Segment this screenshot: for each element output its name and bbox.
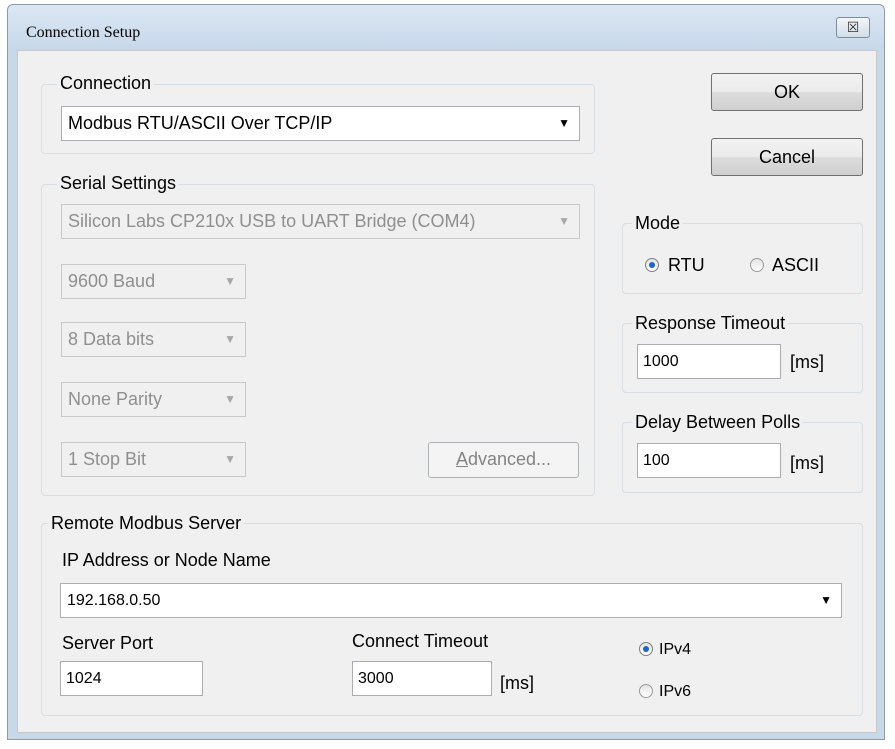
connect-timeout-unit: [ms]	[500, 673, 534, 693]
close-button[interactable]: ☒	[836, 17, 870, 38]
cancel-button[interactable]: Cancel	[711, 138, 863, 176]
parity-value: None Parity	[68, 389, 163, 409]
remote-server-legend: Remote Modbus Server	[48, 512, 245, 534]
connection-type-value: Modbus RTU/ASCII Over TCP/IP	[68, 113, 333, 133]
server-port-label: Server Port	[62, 633, 154, 653]
advanced-button-label: Advanced...	[455, 449, 552, 469]
ip-address-value: 192.168.0.50	[67, 592, 161, 609]
mode-ascii-label[interactable]: ASCII	[772, 254, 819, 276]
chevron-down-icon: ▼	[224, 332, 236, 346]
chevron-down-icon[interactable]: ▼	[820, 584, 832, 617]
radio-selected-dot	[649, 262, 655, 268]
connect-timeout-label: Connect Timeout	[352, 631, 489, 651]
advanced-button[interactable]: Advanced...	[428, 442, 579, 478]
ip-address-combo[interactable]: 192.168.0.50 ▼	[60, 583, 842, 618]
mode-rtu-radio[interactable]	[645, 258, 659, 272]
data-bits-value: 8 Data bits	[68, 329, 155, 349]
ok-button[interactable]: OK	[711, 73, 863, 111]
delay-between-polls-input[interactable]: 100	[637, 443, 781, 478]
response-timeout-input[interactable]: 1000	[637, 344, 781, 379]
ipv4-label[interactable]: IPv4	[659, 639, 691, 661]
stop-bits-value: 1 Stop Bit	[68, 449, 147, 469]
connect-timeout-input[interactable]: 3000	[352, 661, 492, 696]
mode-legend: Mode	[632, 212, 684, 234]
ip-address-label: IP Address or Node Name	[62, 550, 271, 570]
chevron-down-icon: ▼	[224, 274, 236, 288]
close-icon: ☒	[846, 19, 860, 35]
ipv4-radio[interactable]	[639, 642, 653, 656]
serial-port-select[interactable]: Silicon Labs CP210x USB to UART Bridge (…	[61, 204, 580, 239]
delay-between-polls-legend: Delay Between Polls	[632, 411, 804, 433]
connection-legend: Connection	[57, 72, 155, 94]
stop-bits-select[interactable]: 1 Stop Bit ▼	[61, 442, 246, 477]
mode-rtu-label[interactable]: RTU	[668, 254, 705, 276]
serial-settings-legend: Serial Settings	[57, 172, 180, 194]
baud-rate-value: 9600 Baud	[68, 271, 156, 291]
response-timeout-legend: Response Timeout	[632, 312, 789, 334]
chevron-down-icon: ▼	[224, 392, 236, 406]
parity-select[interactable]: None Parity ▼	[61, 382, 246, 417]
connection-type-select[interactable]: Modbus RTU/ASCII Over TCP/IP ▼	[61, 106, 580, 141]
data-bits-select[interactable]: 8 Data bits ▼	[61, 322, 246, 357]
delay-between-polls-unit: [ms]	[790, 453, 824, 473]
chevron-down-icon: ▼	[224, 452, 236, 466]
serial-port-value: Silicon Labs CP210x USB to UART Bridge (…	[68, 211, 476, 231]
ipv6-radio[interactable]	[639, 684, 653, 698]
radio-selected-dot	[643, 646, 649, 652]
window-title: Connection Setup	[26, 24, 141, 41]
chevron-down-icon: ▼	[558, 116, 570, 130]
mode-ascii-radio[interactable]	[750, 258, 764, 272]
chevron-down-icon: ▼	[558, 214, 570, 228]
response-timeout-unit: [ms]	[790, 352, 824, 372]
ipv6-label[interactable]: IPv6	[659, 681, 691, 703]
baud-rate-select[interactable]: 9600 Baud ▼	[61, 264, 246, 299]
server-port-input[interactable]: 1024	[60, 661, 203, 696]
